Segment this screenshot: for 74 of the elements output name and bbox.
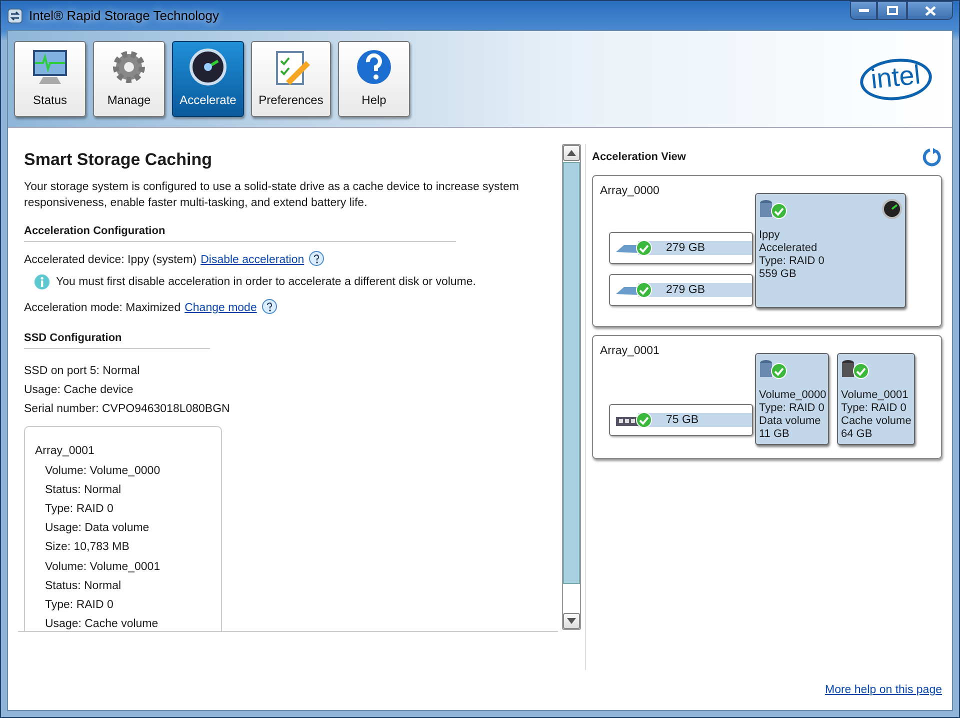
- volume-info: Volume_0001: [841, 389, 910, 402]
- toolbar-tab[interactable]: Manage: [93, 41, 165, 117]
- down-arrow-icon: [567, 618, 576, 624]
- toolbar-tab[interactable]: Preferences: [251, 41, 331, 117]
- volume-detail: Type: RAID 0: [45, 502, 114, 516]
- refresh-icon[interactable]: [922, 147, 942, 167]
- help-icon[interactable]: [308, 251, 326, 268]
- ssd-info: Usage: Cache device: [24, 383, 134, 397]
- disable-link[interactable]: Disable acceleration: [200, 254, 304, 266]
- volume-detail: Usage: Cache volume: [45, 617, 160, 631]
- array-name: Array_0001: [600, 345, 660, 357]
- maximize-button[interactable]: [877, 1, 907, 20]
- scroll-up-button[interactable]: [563, 145, 580, 161]
- volume-detail: Volume: Volume_0001: [45, 560, 162, 574]
- scroll-down-button[interactable]: [563, 613, 580, 629]
- ssd-info: SSD on port 5: Normal: [24, 364, 141, 378]
- volume-info: Type: RAID 0: [759, 402, 825, 415]
- app-icon: [7, 8, 23, 24]
- gauge-icon: [187, 47, 229, 87]
- volume-info: Ippy: [759, 229, 781, 242]
- volume-detail: Status: Normal: [45, 579, 122, 593]
- database-icon: [759, 199, 789, 221]
- toolbar-tab[interactable]: Status: [14, 41, 86, 117]
- volume-info: 64 GB: [841, 428, 874, 441]
- volume-info: Data volume: [759, 415, 822, 428]
- close-icon: [924, 6, 936, 16]
- toolbar-tab[interactable]: Help: [338, 41, 410, 117]
- section-heading: Acceleration Configuration: [24, 225, 456, 242]
- close-button[interactable]: [907, 1, 953, 20]
- info-icon: [34, 274, 50, 290]
- database-icon: [759, 359, 789, 381]
- volume-info: 559 GB: [759, 268, 798, 281]
- volume-card[interactable]: Volume_0000 Type: RAID 0 Data volume 11 GB: [755, 353, 829, 445]
- disk-size: 279 GB: [666, 242, 705, 254]
- volume-info: Volume_0000: [759, 389, 825, 402]
- volume-detail: Volume: Volume_0000: [45, 464, 162, 478]
- volume-detail: Usage: Data volume: [45, 521, 150, 535]
- help-link[interactable]: More help on this page: [825, 684, 942, 696]
- volume-card[interactable]: Volume_0001 Type: RAID 0 Cache volume 64 GB: [837, 353, 915, 445]
- array-name: Array_0000: [600, 185, 660, 197]
- disk-size: 75 GB: [666, 414, 699, 426]
- volume-detail: Size: 10,783 MB: [45, 540, 130, 554]
- volume-card[interactable]: Ippy Accelerated Type: RAID 0 559 GB: [755, 193, 906, 308]
- page-heading: Smart Storage Caching: [24, 150, 213, 170]
- help-icon[interactable]: [260, 299, 278, 316]
- volume-info: Accelerated: [759, 242, 818, 255]
- ssd-info: Serial number: CVPO9463018L080BGN: [24, 402, 231, 416]
- disk-bar[interactable]: 279 GB: [609, 232, 753, 264]
- section-heading: SSD Configuration: [24, 332, 210, 349]
- mode-label: Acceleration mode: Maximized: [24, 302, 181, 314]
- window-title: Intel® Rapid Storage Technology: [29, 8, 220, 23]
- volume-info: Type: RAID 0: [841, 402, 908, 415]
- up-arrow-icon: [567, 150, 576, 156]
- database-icon: [841, 359, 871, 381]
- disk-bar[interactable]: 279 GB: [609, 274, 753, 306]
- device-label: Accelerated device: Ippy (system): [24, 254, 197, 266]
- volume-info: 11 GB: [759, 428, 790, 441]
- maximize-icon: [886, 6, 898, 15]
- toolbar-tab[interactable]: Accelerate: [172, 41, 244, 117]
- minimize-icon: [858, 8, 868, 12]
- volume-detail: Type: RAID 0: [45, 598, 114, 612]
- disk-bar[interactable]: 75 GB: [609, 404, 753, 436]
- description: Your storage system is configured to use a solid-state drive as a cache device to increase system responsiveness, enable faster multi-tasking, and extend battery life.: [24, 180, 520, 211]
- disk-size: 279 GB: [666, 284, 705, 296]
- volume-info: Type: RAID 0: [759, 255, 826, 268]
- change-mode-link[interactable]: Change mode: [184, 302, 257, 314]
- array-name: Array_0001: [35, 444, 96, 458]
- gauge-icon: [882, 199, 902, 219]
- info-message: You must first disable acceleration in order to accelerate a different disk or volume.: [56, 276, 476, 288]
- minimize-button[interactable]: [850, 1, 877, 20]
- volume-info: Cache volume: [841, 415, 911, 428]
- view-title: Acceleration View: [592, 151, 686, 163]
- volume-detail: Status: Normal: [45, 483, 122, 497]
- scroll-thumb[interactable]: [563, 162, 580, 584]
